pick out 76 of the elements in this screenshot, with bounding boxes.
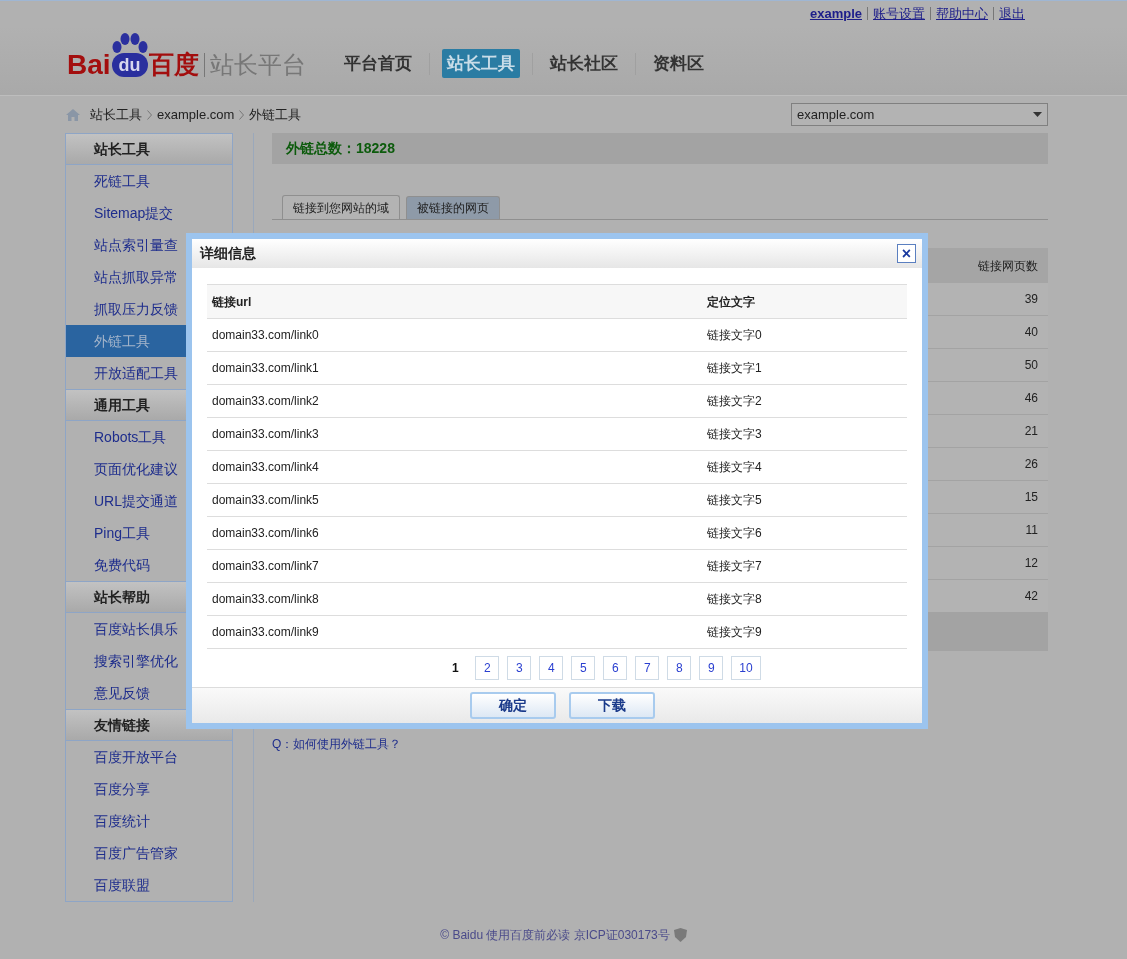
table-cell-text: 40 bbox=[1024, 324, 1038, 341]
tab[interactable]: 链接到您网站的域 bbox=[282, 195, 400, 219]
column-header: 链接url bbox=[211, 293, 253, 311]
logo-name: 百度 bbox=[148, 52, 199, 77]
page-link[interactable]: 2 bbox=[475, 656, 500, 680]
table-cell-text: 链接文字8 bbox=[707, 591, 762, 608]
table-cell-text: 链接文字7 bbox=[707, 558, 762, 575]
page-link[interactable]: 8 bbox=[667, 656, 692, 680]
shield-icon bbox=[673, 928, 687, 942]
sidebar-item[interactable]: 百度开放平台 bbox=[66, 741, 232, 773]
logo-badge: du bbox=[111, 52, 148, 77]
page-link[interactable]: 7 bbox=[635, 656, 660, 680]
page-link[interactable]: 6 bbox=[603, 656, 628, 680]
table-cell-text: 链接文字4 bbox=[707, 459, 762, 476]
nav-tab[interactable]: 平台首页 bbox=[338, 48, 417, 79]
table-cell-text: 链接文字3 bbox=[707, 426, 762, 443]
table-cell-text: domain33.com/link3 bbox=[211, 426, 320, 443]
table-cell-text: domain33.com/link9 bbox=[211, 624, 320, 641]
table-cell-text: domain33.com/link7 bbox=[211, 558, 320, 575]
nav-tab[interactable]: 资料区 bbox=[647, 48, 709, 79]
sidebar-item[interactable]: 百度统计 bbox=[66, 805, 232, 837]
sidebar-item[interactable]: 百度广告管家 bbox=[66, 837, 232, 869]
nav-tab[interactable]: 站长社区 bbox=[544, 48, 623, 79]
table-cell-text: 39 bbox=[1024, 291, 1038, 308]
breadcrumb-link[interactable]: 外链工具 bbox=[249, 104, 302, 125]
faq-link[interactable]: Q：如何使用外链工具？ bbox=[272, 735, 1048, 753]
tab[interactable]: 被链接的网页 bbox=[406, 196, 500, 219]
table-cell-text: 12 bbox=[1024, 555, 1038, 572]
column-header: 定位文字 bbox=[707, 293, 755, 311]
table-cell-text: 链接文字2 bbox=[707, 393, 762, 410]
breadcrumb-link[interactable]: example.com bbox=[157, 104, 235, 125]
table-cell-text: 链接文字5 bbox=[707, 492, 762, 509]
dropdown-arrow-icon bbox=[1033, 112, 1042, 117]
table-cell-text: 50 bbox=[1024, 357, 1038, 374]
table-cell-text: 11 bbox=[1025, 522, 1038, 539]
page-link[interactable]: 4 bbox=[539, 656, 564, 680]
total-bar: 外链总数：18228 bbox=[272, 133, 1048, 164]
breadcrumb-link[interactable]: 站长工具 bbox=[90, 104, 142, 125]
sidebar-item[interactable]: 百度分享 bbox=[66, 773, 232, 805]
sidebar-item[interactable]: 百度联盟 bbox=[66, 869, 232, 901]
table-cell-text: 链接文字1 bbox=[707, 360, 762, 377]
sidebar-item[interactable]: 死链工具 bbox=[66, 165, 232, 197]
nav-tab[interactable]: 站长工具 bbox=[441, 48, 520, 79]
top-link[interactable]: example bbox=[809, 3, 862, 24]
dialog-button[interactable]: 下载 bbox=[568, 692, 655, 719]
top-link[interactable]: 退出 bbox=[999, 3, 1025, 24]
page-link[interactable]: 9 bbox=[699, 656, 724, 680]
table-cell-text: 15 bbox=[1024, 489, 1038, 506]
sidebar-section-header: 站长工具 bbox=[66, 133, 232, 165]
top-link[interactable]: 账号设置 bbox=[873, 3, 925, 24]
page-link[interactable]: 5 bbox=[571, 656, 596, 680]
table-cell-text: 42 bbox=[1024, 588, 1038, 605]
home-icon[interactable] bbox=[66, 108, 80, 121]
table-cell-text: 46 bbox=[1024, 390, 1038, 407]
table-cell-text: 链接文字0 bbox=[707, 327, 762, 344]
table-cell-text: domain33.com/link4 bbox=[211, 459, 320, 476]
footer-text: © Baidu 使用百度前必读 京ICP证030173号 bbox=[440, 927, 670, 944]
logo-text: Bai bbox=[67, 50, 111, 79]
close-button[interactable]: × bbox=[897, 244, 916, 263]
top-link[interactable]: 帮助中心 bbox=[936, 3, 988, 24]
table-cell-text: domain33.com/link5 bbox=[211, 492, 320, 509]
table-cell-text: domain33.com/link6 bbox=[211, 525, 320, 542]
site-select[interactable]: example.com bbox=[791, 103, 1048, 126]
table-cell-text: 链接文字6 bbox=[707, 525, 762, 542]
table-cell-text: domain33.com/link1 bbox=[211, 360, 320, 377]
table-cell-text: 21 bbox=[1024, 423, 1038, 440]
chevron-icon bbox=[239, 109, 245, 120]
chevron-icon bbox=[147, 109, 152, 120]
page-link[interactable]: 10 bbox=[731, 656, 761, 680]
sidebar-item[interactable]: Sitemap提交 bbox=[66, 197, 232, 229]
dialog-title: 详细信息 bbox=[200, 244, 257, 263]
dialog-button[interactable]: 确定 bbox=[469, 692, 556, 719]
table-cell-text: 26 bbox=[1024, 456, 1038, 473]
page-link[interactable]: 3 bbox=[507, 656, 532, 680]
table-cell-text: 链接文字9 bbox=[707, 624, 762, 641]
page-link[interactable]: 1 bbox=[443, 656, 468, 680]
